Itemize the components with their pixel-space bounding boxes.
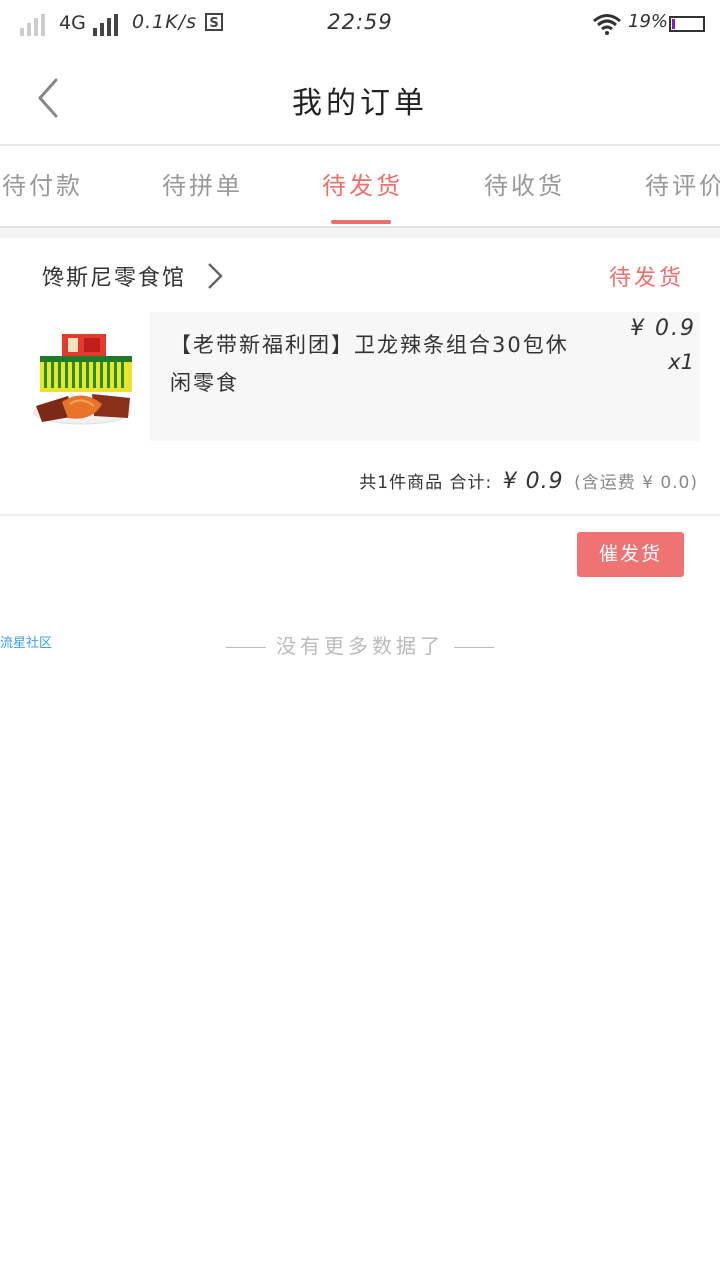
- wifi-icon: [593, 14, 621, 35]
- app-header: 我的订单: [0, 50, 720, 146]
- no-more-data: 没有更多数据了: [0, 630, 720, 659]
- product-quantity: x1: [668, 350, 694, 374]
- divider-line: [226, 647, 266, 648]
- tab-pending-receipt[interactable]: 待收货: [484, 146, 565, 226]
- divider-line: [454, 647, 494, 648]
- order-status: 待发货: [608, 266, 684, 291]
- product-item[interactable]: 【老带新福利团】卫龙辣条组合30包休闲零食 ¥ 0.9 x1: [150, 312, 700, 441]
- section-divider: [0, 228, 720, 238]
- total-amount: ¥ 0.9: [502, 469, 564, 494]
- urge-shipment-button[interactable]: 催发货: [577, 532, 684, 577]
- tab-pending-payment[interactable]: 待付款: [2, 146, 83, 226]
- tab-pending-group[interactable]: 待拼单: [162, 146, 243, 226]
- shipping-fee: (含运费 ¥ 0.0): [574, 473, 698, 493]
- active-tab-indicator: [331, 220, 391, 224]
- page-title: 我的订单: [292, 86, 428, 121]
- chevron-right-icon[interactable]: [206, 262, 224, 290]
- order-summary: 共1件商品 合计: ¥ 0.9 (含运费 ¥ 0.0): [359, 468, 698, 494]
- product-price: ¥ 0.9: [630, 316, 696, 341]
- battery-icon: [669, 16, 705, 32]
- product-name: 【老带新福利团】卫龙辣条组合30包休闲零食: [170, 333, 569, 395]
- no-more-text: 没有更多数据了: [276, 634, 444, 658]
- order-tabs: 待付款 待拼单 待发货 待收货 待评价: [0, 146, 720, 228]
- item-count: 共1件商品: [359, 473, 444, 493]
- battery-percent: 19%: [628, 11, 669, 32]
- tab-pending-shipment[interactable]: 待发货: [322, 146, 403, 226]
- product-image[interactable]: [32, 332, 136, 426]
- shop-name[interactable]: 馋斯尼零食馆: [42, 260, 186, 292]
- status-bar: 4G 0.1K/s S 22:59 19%: [0, 0, 720, 50]
- total-label: 合计:: [449, 473, 493, 493]
- tab-pending-review[interactable]: 待评价: [645, 146, 720, 226]
